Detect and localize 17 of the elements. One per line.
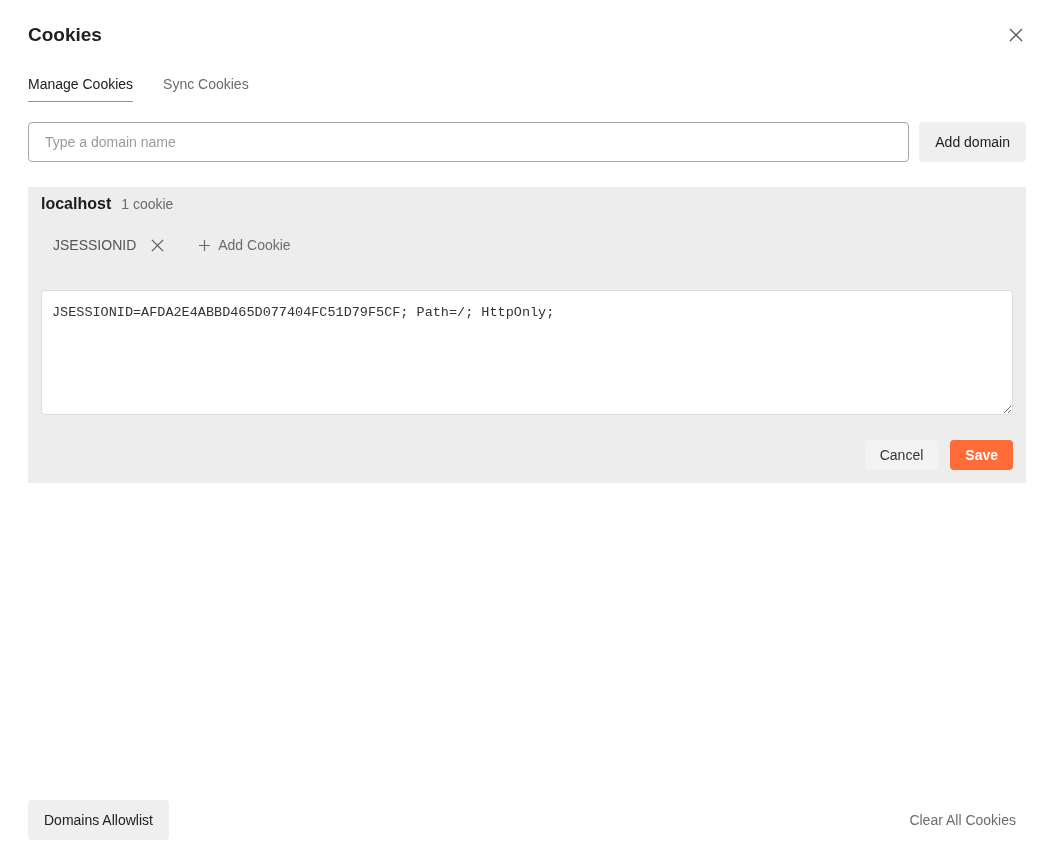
plus-icon: [199, 239, 211, 251]
clear-all-cookies-link[interactable]: Clear All Cookies: [909, 812, 1016, 828]
dialog-title: Cookies: [28, 24, 102, 46]
add-domain-button[interactable]: Add domain: [919, 122, 1026, 162]
close-icon: [1008, 27, 1024, 43]
domain-input-field[interactable]: Type a domain name: [28, 122, 910, 162]
cancel-button[interactable]: Cancel: [864, 440, 939, 470]
tab[interactable]: Sync Cookies: [163, 76, 249, 102]
cookie-count: 1 cookie: [121, 196, 174, 212]
domain-name: localhost: [41, 195, 112, 213]
delete-cookie-button[interactable]: [150, 237, 166, 253]
add-cookie-button[interactable]: Add Cookie: [199, 237, 291, 253]
cookie-editor-field[interactable]: JSESSIONID=AFDA2E4ABBD465D077404FC51D79F5CF; Path=/; HttpOnly;: [41, 290, 1013, 415]
domains-allowlist-button[interactable]: Domains Allowlist: [28, 800, 169, 840]
close-icon: [150, 237, 166, 253]
cookie-name[interactable]: JSESSIONID: [53, 237, 137, 253]
tab[interactable]: Manage Cookies: [28, 76, 134, 102]
